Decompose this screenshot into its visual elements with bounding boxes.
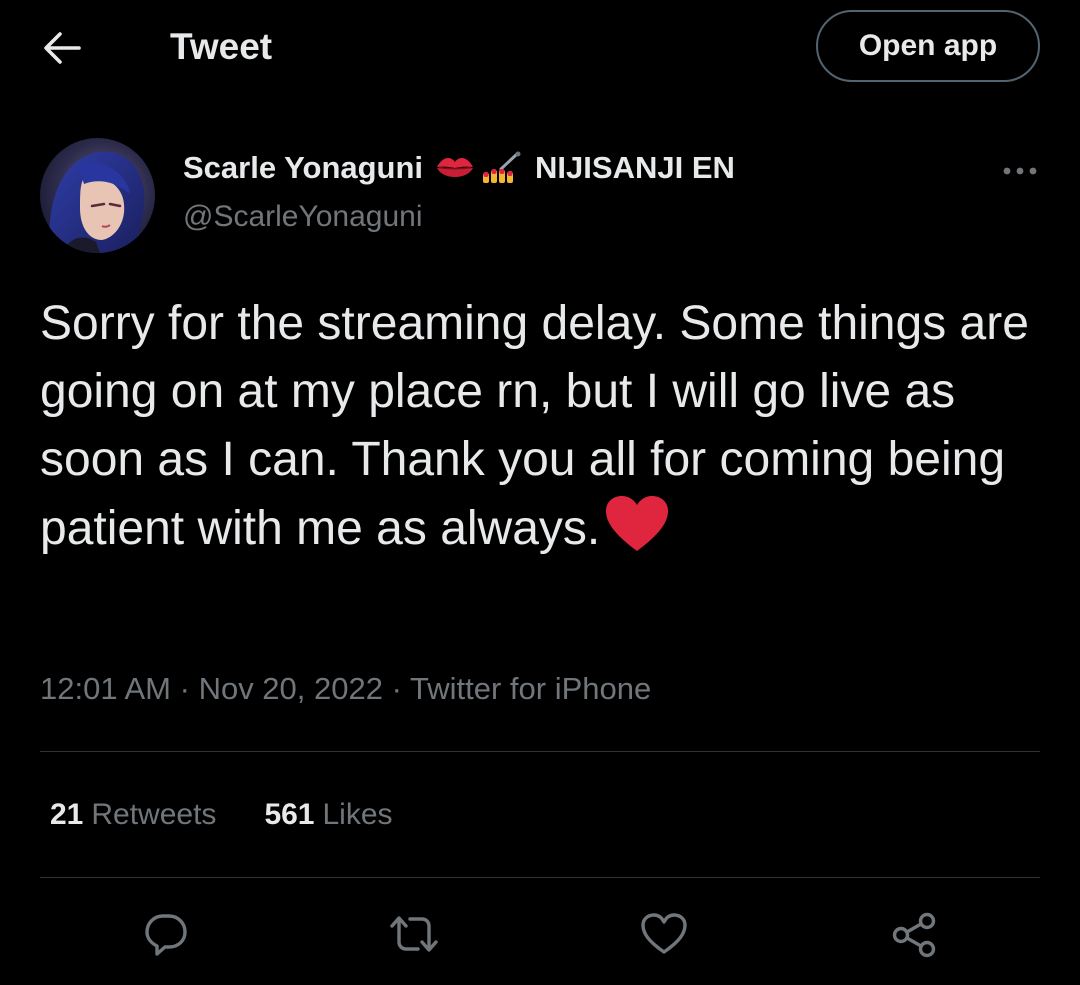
nail-polish-emoji — [483, 151, 521, 183]
author-emojis — [435, 151, 523, 185]
like-icon — [641, 913, 687, 954]
retweets-stat[interactable]: 21 Retweets — [50, 795, 216, 835]
author-handle[interactable]: @ScarleYonaguni — [183, 198, 423, 236]
likes-label: Likes — [322, 798, 393, 831]
author-name: Scarle Yonaguni — [183, 150, 424, 185]
retweets-count: 21 — [50, 798, 84, 831]
divider — [40, 877, 1040, 878]
likes-stat[interactable]: 561 Likes — [264, 795, 392, 835]
tweet-source[interactable]: Twitter for iPhone — [410, 671, 651, 706]
tweet-date[interactable]: Nov 20, 2022 — [199, 671, 383, 706]
tweet-text-content: Sorry for the streaming delay. Some thin… — [40, 297, 1029, 555]
avatar[interactable] — [40, 138, 155, 253]
open-app-button[interactable]: Open app — [816, 10, 1040, 82]
retweet-icon — [390, 916, 438, 952]
like-button[interactable] — [634, 906, 694, 962]
meta-separator: · — [179, 671, 190, 706]
divider — [40, 751, 1040, 752]
more-dots-icon — [1003, 167, 1037, 175]
tweet-time[interactable]: 12:01 AM — [40, 671, 171, 706]
more-button[interactable] — [995, 156, 1045, 186]
likes-count: 561 — [264, 798, 315, 831]
tweet-meta: 12:01 AM · Nov 20, 2022 · Twitter for iP… — [40, 668, 651, 710]
tweet-stats: 21 Retweets 561 Likes — [50, 795, 393, 835]
tweet-text: Sorry for the streaming delay. Some thin… — [40, 290, 1040, 573]
arrow-left-icon — [44, 32, 81, 64]
share-icon — [892, 912, 936, 958]
back-button[interactable] — [38, 26, 86, 70]
red-heart-emoji — [604, 494, 670, 573]
author-affiliation: NIJISANJI EN — [535, 150, 735, 185]
share-button[interactable] — [884, 906, 944, 962]
kiss-mark-emoji — [437, 157, 474, 177]
top-bar: Tweet Open app — [0, 0, 1080, 96]
reply-button[interactable] — [136, 906, 196, 962]
author-name-row[interactable]: Scarle Yonaguni NIJISANJI EN — [183, 148, 735, 188]
meta-separator: · — [391, 671, 402, 706]
retweet-button[interactable] — [384, 906, 444, 962]
retweets-label: Retweets — [91, 798, 217, 831]
page-title: Tweet — [170, 26, 273, 67]
reply-icon — [145, 914, 187, 956]
